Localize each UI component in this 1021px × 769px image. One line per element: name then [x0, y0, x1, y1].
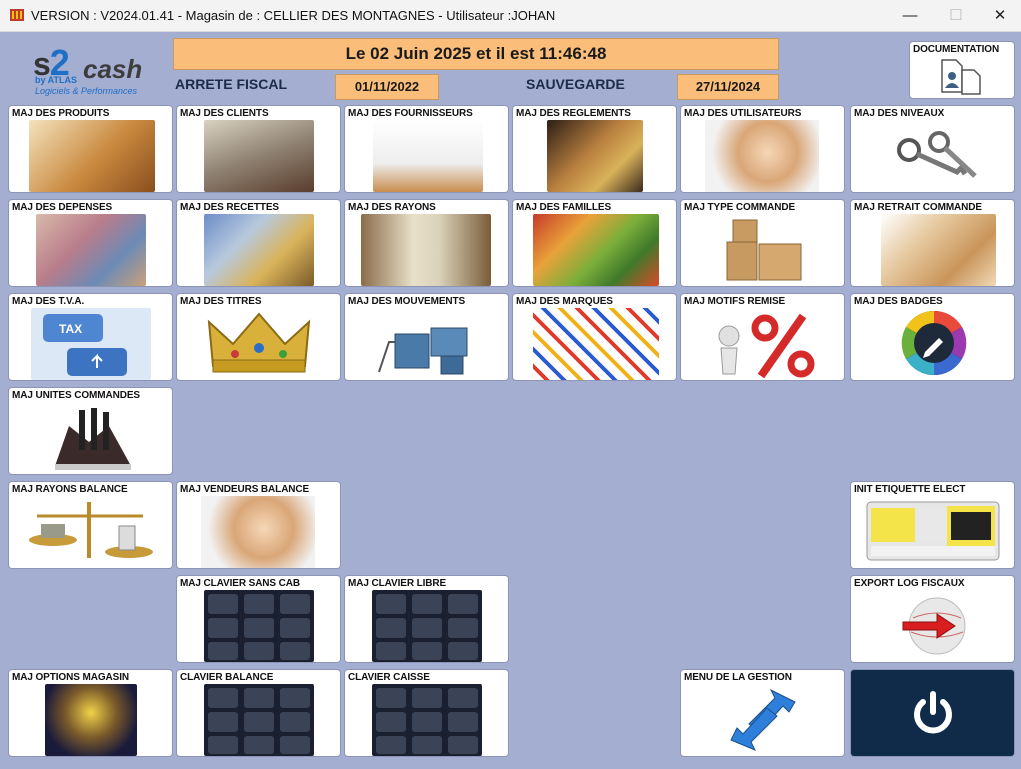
documentation-button[interactable]: DOCUMENTATION	[910, 42, 1014, 98]
maj-mouvements-button[interactable]: MAJ DES MOUVEMENTS	[345, 294, 508, 380]
maj-niveaux-button[interactable]: MAJ DES NIVEAUX	[851, 106, 1014, 192]
keyboard-icon	[204, 684, 314, 756]
produits-image	[29, 120, 155, 192]
clavier-caisse-button[interactable]: CLAVIER CAISSE	[345, 670, 508, 756]
retrait-commande-image	[881, 214, 996, 286]
maj-depenses-button[interactable]: MAJ DES DEPENSES	[9, 200, 172, 286]
maj-rayons-balance-button[interactable]: MAJ RAYONS BALANCE	[9, 482, 172, 568]
maximize-button[interactable]: ☐	[933, 0, 979, 31]
maj-produits-button[interactable]: MAJ DES PRODUITS	[9, 106, 172, 192]
close-button[interactable]: ✕	[977, 0, 1021, 31]
familles-image	[533, 214, 659, 286]
maj-clavier-sans-cab-button[interactable]: MAJ CLAVIER SANS CAB	[177, 576, 340, 662]
options-magasin-image	[45, 684, 137, 756]
maj-type-commande-button[interactable]: MAJ TYPE COMMANDE	[681, 200, 844, 286]
menu-gestion-button[interactable]: MENU DE LA GESTION	[681, 670, 844, 756]
sauvegarde-label: SAUVEGARDE	[526, 76, 625, 92]
color-wheel-icon	[901, 310, 967, 376]
maj-motifs-remise-button[interactable]: MAJ MOTIFS REMISE	[681, 294, 844, 380]
power-icon	[914, 691, 952, 734]
maj-options-magasin-button[interactable]: MAJ OPTIONS MAGASIN	[9, 670, 172, 756]
maj-reglements-button[interactable]: MAJ DES REGLEMENTS	[513, 106, 676, 192]
minimize-button[interactable]: —	[887, 0, 933, 31]
utilisateurs-image	[705, 120, 819, 192]
recettes-image	[204, 214, 314, 286]
rayons-image	[361, 214, 491, 286]
power-button[interactable]	[851, 670, 1014, 756]
maj-utilisateurs-button[interactable]: MAJ DES UTILISATEURS	[681, 106, 844, 192]
export-globe-icon	[902, 597, 966, 655]
electronic-label-icon	[863, 496, 1003, 568]
percent-icon	[699, 308, 827, 380]
maj-titres-button[interactable]: MAJ DES TITRES	[177, 294, 340, 380]
export-log-fiscaux-button[interactable]: EXPORT LOG FISCAUX	[851, 576, 1014, 662]
s2cash-logo: s2 cash by ATLAS Logiciels & Performance…	[33, 42, 143, 96]
keyboard-icon	[372, 684, 482, 756]
maj-tva-button[interactable]: MAJ DES T.V.A. TAX	[9, 294, 172, 380]
document-users-icon	[941, 59, 981, 95]
vendeurs-balance-image	[201, 496, 315, 568]
reglements-image	[547, 120, 643, 192]
fournisseurs-image	[373, 120, 483, 192]
maj-marques-button[interactable]: MAJ DES MARQUES	[513, 294, 676, 380]
tax-key-icon: TAX	[31, 308, 151, 380]
svg-text:TAX: TAX	[59, 322, 82, 336]
depenses-image	[36, 214, 146, 286]
containers-icon	[371, 308, 483, 380]
datetime-banner: Le 02 Juin 2025 et il est 11:46:48	[173, 38, 779, 70]
maj-familles-button[interactable]: MAJ DES FAMILLES	[513, 200, 676, 286]
arrete-fiscal-label: ARRETE FISCAL	[175, 76, 287, 92]
maj-clavier-libre-button[interactable]: MAJ CLAVIER LIBRE	[345, 576, 508, 662]
scale-icon	[23, 496, 157, 568]
boxes-icon	[719, 214, 809, 286]
app-icon	[10, 9, 24, 21]
clavier-balance-button[interactable]: CLAVIER BALANCE	[177, 670, 340, 756]
maj-retrait-commande-button[interactable]: MAJ RETRAIT COMMANDE	[851, 200, 1014, 286]
keyboard-icon	[372, 590, 482, 662]
maj-vendeurs-balance-button[interactable]: MAJ VENDEURS BALANCE	[177, 482, 340, 568]
marques-image	[533, 308, 659, 380]
sauvegarde-date: 27/11/2024	[677, 74, 779, 100]
crown-icon	[205, 308, 313, 380]
maj-clients-button[interactable]: MAJ DES CLIENTS	[177, 106, 340, 192]
maj-unites-commandes-button[interactable]: MAJ UNITES COMMANDES	[9, 388, 172, 474]
window-titlebar: VERSION : V2024.01.41 - Magasin de : CEL…	[0, 0, 1021, 32]
maj-recettes-button[interactable]: MAJ DES RECETTES	[177, 200, 340, 286]
maj-fournisseurs-button[interactable]: MAJ DES FOURNISSEURS	[345, 106, 508, 192]
wine-rack-icon	[49, 402, 137, 474]
swap-arrows-icon	[730, 688, 796, 751]
init-etiquette-elect-button[interactable]: INIT ETIQUETTE ELECT	[851, 482, 1014, 568]
window-title: VERSION : V2024.01.41 - Magasin de : CEL…	[31, 8, 556, 23]
maj-badges-button[interactable]: MAJ DES BADGES	[851, 294, 1014, 380]
keyboard-icon	[204, 590, 314, 662]
keys-icon	[879, 120, 989, 192]
arrete-fiscal-date: 01/11/2022	[335, 74, 439, 100]
clients-image	[204, 120, 314, 192]
maj-rayons-button[interactable]: MAJ DES RAYONS	[345, 200, 508, 286]
